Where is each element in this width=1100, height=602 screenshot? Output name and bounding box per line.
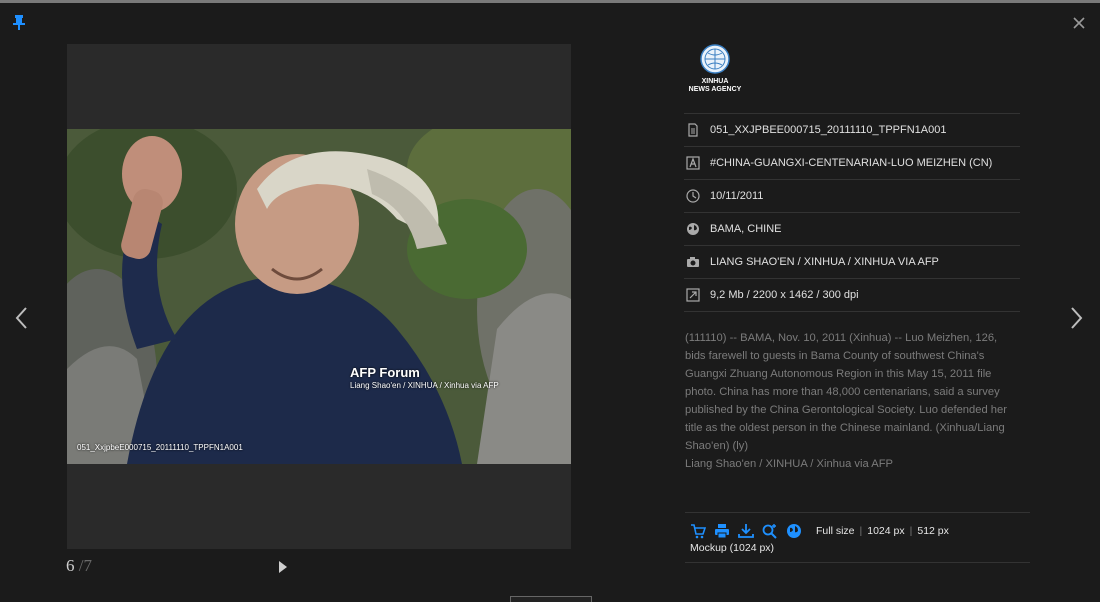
globe-icon[interactable] <box>786 523 802 539</box>
size-512-link[interactable]: 512 px <box>917 525 949 537</box>
photo[interactable]: AFP Forum Liang Shao'en / XINHUA / Xinhu… <box>67 129 571 464</box>
metadata-row-credit: LIANG SHAO'EN / XINHUA / XINHUA VIA AFP <box>684 245 1020 278</box>
logo-line-1: XINHUA <box>701 78 729 85</box>
metadata-filesize: 9,2 Mb / 2200 x 1462 / 300 dpi <box>710 289 859 301</box>
logo-line-2: NEWS AGENCY <box>688 86 742 93</box>
pin-icon[interactable] <box>11 14 27 30</box>
metadata-location: BAMA, CHINE <box>710 223 782 235</box>
metadata-keyword[interactable]: #CHINA-GUANGXI-CENTENARIAN-LUO MEIZHEN (… <box>710 157 992 169</box>
metadata-row-location: BAMA, CHINE <box>684 212 1020 245</box>
cart-icon[interactable] <box>690 523 706 539</box>
download-actions: Full size | 1024 px | 512 px Mockup (1024 px… <box>685 512 1030 563</box>
keyword-icon <box>686 156 700 170</box>
watermark-credit: Liang Shao'en / XINHUA / Xinhua via AFP <box>350 381 499 390</box>
total-count: /7 <box>78 556 92 575</box>
image-viewer: AFP Forum Liang Shao'en / XINHUA / Xinhu… <box>67 44 571 549</box>
resize-icon <box>686 288 700 302</box>
metadata-row-filename: 051_XXJPBEE000715_20111110_TPPFN1A001 <box>684 113 1020 146</box>
zoom-in-icon[interactable] <box>762 523 778 539</box>
image-id-overlay: 051_XxjpbeE000715_20111110_TPPFN1A001 <box>77 443 243 452</box>
metadata-row-date: 10/11/2011 <box>684 179 1020 212</box>
metadata-credit: LIANG SHAO'EN / XINHUA / XINHUA VIA AFP <box>710 256 939 268</box>
image-counter: 6 /7 <box>66 556 92 576</box>
next-arrow-icon[interactable] <box>1066 304 1086 332</box>
bottom-tab[interactable] <box>510 596 592 602</box>
mockup-link[interactable]: Mockup (1024 px) <box>690 542 774 554</box>
metadata-list: 051_XXJPBEE000715_20111110_TPPFN1A001 #C… <box>684 113 1020 312</box>
close-icon[interactable] <box>1070 14 1088 32</box>
caption-credit: Liang Shao'en / XINHUA / Xinhua via AFP <box>685 458 893 470</box>
caption-text: (111110) -- BAMA, Nov. 10, 2011 (Xinhua)… <box>685 332 1007 452</box>
previous-arrow-icon[interactable] <box>12 304 32 332</box>
watermark: AFP Forum Liang Shao'en / XINHUA / Xinhu… <box>350 365 499 390</box>
photo-illustration <box>67 129 571 464</box>
size-options: Full size | 1024 px | 512 px <box>816 525 949 537</box>
download-icon[interactable] <box>738 523 754 539</box>
camera-icon <box>687 257 699 267</box>
play-icon[interactable] <box>278 560 288 574</box>
window-top-border <box>0 0 1100 3</box>
full-size-link[interactable]: Full size <box>816 525 855 537</box>
current-index: 6 <box>66 556 75 575</box>
xinhua-logo: XINHUA NEWS AGENCY <box>684 44 746 98</box>
print-icon[interactable] <box>714 523 730 539</box>
size-1024-link[interactable]: 1024 px <box>867 525 904 537</box>
watermark-title: AFP Forum <box>350 365 420 380</box>
clock-icon <box>686 189 700 203</box>
metadata-date: 10/11/2011 <box>710 190 764 202</box>
metadata-filename: 051_XXJPBEE000715_20111110_TPPFN1A001 <box>710 124 947 136</box>
xinhua-globe-icon <box>700 44 730 74</box>
metadata-row-filesize: 9,2 Mb / 2200 x 1462 / 300 dpi <box>684 278 1020 312</box>
globe-icon <box>687 223 699 235</box>
document-icon <box>688 123 698 137</box>
caption: (111110) -- BAMA, Nov. 10, 2011 (Xinhua)… <box>685 329 1020 473</box>
metadata-row-keyword: #CHINA-GUANGXI-CENTENARIAN-LUO MEIZHEN (… <box>684 146 1020 179</box>
